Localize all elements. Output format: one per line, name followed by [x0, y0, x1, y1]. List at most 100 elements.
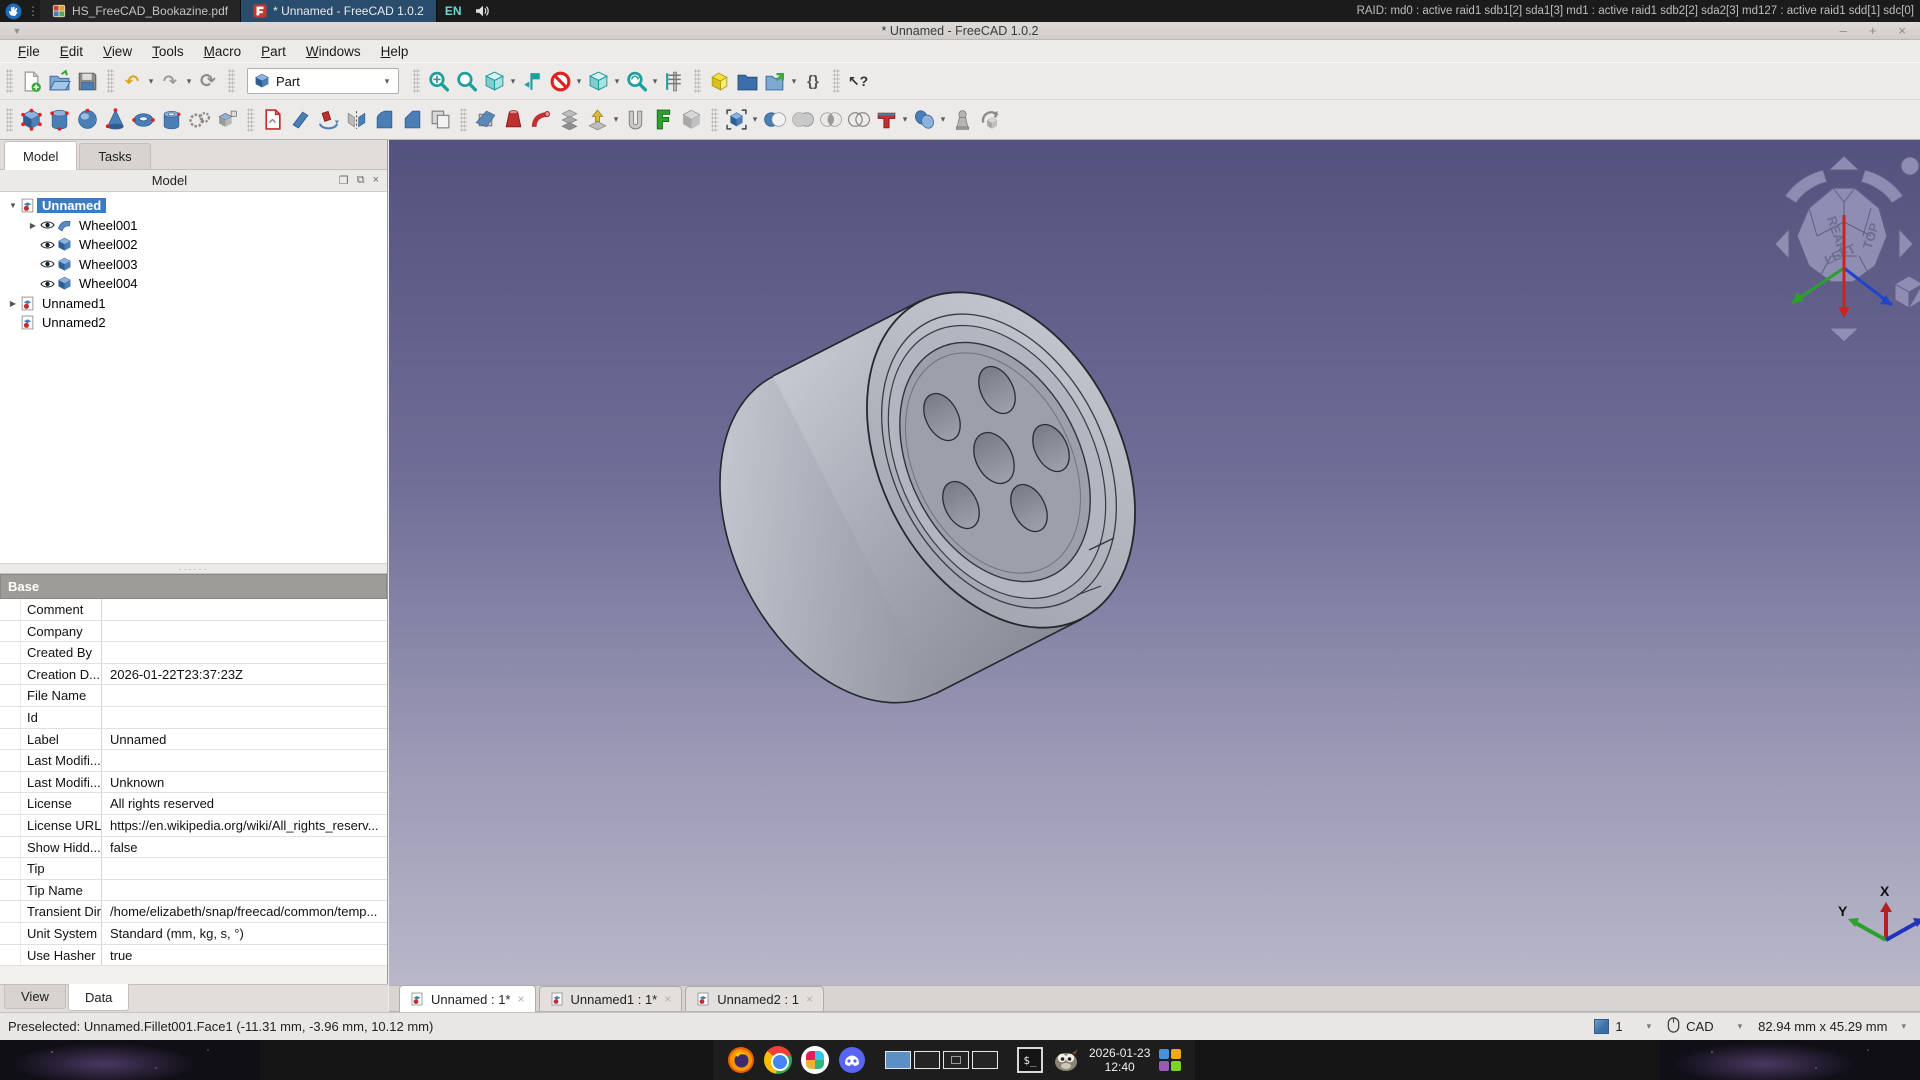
window-tab-pdf[interactable]: HS_FreeCAD_Bookazine.pdf [40, 0, 241, 22]
gimp-launcher[interactable] [1052, 1046, 1080, 1074]
property-value[interactable]: Unknown [102, 772, 387, 793]
keyboard-layout-indicator[interactable]: EN [437, 0, 470, 22]
toolbar-grip[interactable] [833, 69, 840, 93]
terminal-launcher[interactable]: $_ [1017, 1047, 1043, 1073]
toolbar-grip[interactable] [107, 69, 114, 93]
mirror-button[interactable] [342, 106, 370, 134]
isometric-dropdown-arrow[interactable]: ▾ [612, 76, 622, 87]
refresh-button[interactable]: ⟳ [194, 67, 222, 95]
expander-open-icon[interactable]: ▼ [6, 201, 20, 210]
dimension-indicator[interactable]: 82.94 mm x 45.29 mm ▾ [1758, 1019, 1906, 1034]
sync-view-button[interactable] [518, 67, 546, 95]
offset-button[interactable] [583, 106, 611, 134]
tree-row-wheel001[interactable]: ▶ Wheel001 [0, 216, 387, 236]
draw-style-button[interactable] [546, 67, 574, 95]
redo-dropdown-arrow[interactable]: ▾ [184, 76, 194, 87]
slack-launcher[interactable] [801, 1046, 829, 1074]
part-box-button[interactable] [17, 106, 45, 134]
undo-dropdown-arrow[interactable]: ▾ [146, 76, 156, 87]
join-connect-button[interactable] [872, 106, 900, 134]
toolbar-grip[interactable] [460, 108, 467, 132]
tree-row-wheel003[interactable]: Wheel003 [0, 255, 387, 275]
menu-help[interactable]: Help [371, 42, 419, 61]
toolbar-grip[interactable] [6, 108, 13, 132]
tree-row-unnamed1[interactable]: ▶ Unnamed1 [0, 294, 387, 314]
part-sphere-button[interactable] [73, 106, 101, 134]
undo-button[interactable]: ↶ [118, 67, 146, 95]
draw-style-dropdown-arrow[interactable]: ▾ [574, 76, 584, 87]
revolve-button[interactable] [314, 106, 342, 134]
navigation-style-selector[interactable]: CAD ▾ [1667, 1017, 1752, 1036]
chrome-launcher[interactable] [764, 1046, 792, 1074]
part-cone-button[interactable] [101, 106, 129, 134]
convert-solid-button[interactable] [649, 106, 677, 134]
offset-dropdown-arrow[interactable]: ▾ [611, 114, 621, 125]
import-cad-button[interactable] [258, 106, 286, 134]
tab-close-icon[interactable]: × [664, 992, 671, 1006]
expander-closed-icon[interactable]: ▶ [26, 221, 40, 230]
window-tab-freecad[interactable]: * Unnamed - FreeCAD 1.0.2 [241, 0, 437, 22]
zoom-rotate-button[interactable] [622, 67, 650, 95]
active-layer-selector[interactable]: 1 ▾ [1594, 1019, 1661, 1034]
overflow-menu-icon[interactable]: ⋮ [26, 4, 40, 18]
property-value[interactable]: /home/elizabeth/snap/freecad/common/temp… [102, 901, 387, 922]
property-value[interactable] [102, 858, 387, 879]
property-value[interactable] [102, 685, 387, 706]
tree-label-wheel001[interactable]: Wheel001 [74, 218, 143, 233]
loft-button[interactable] [499, 106, 527, 134]
app-menu-button[interactable] [0, 3, 26, 20]
tab-view[interactable]: View [4, 985, 66, 1009]
property-value[interactable] [102, 750, 387, 771]
refine-shape-button[interactable] [976, 106, 1004, 134]
toolbar-grip[interactable] [6, 69, 13, 93]
property-value[interactable]: https://en.wikipedia.org/wiki/All_rights… [102, 815, 387, 836]
open-document-button[interactable] [45, 67, 73, 95]
whats-this-button[interactable]: ↖? [844, 67, 872, 95]
workbench-selector[interactable]: Part ▾ [247, 68, 399, 94]
menu-part[interactable]: Part [251, 42, 296, 61]
measure-button[interactable] [660, 67, 688, 95]
tree-label-unnamed1[interactable]: Unnamed1 [37, 296, 111, 311]
compound-button[interactable] [722, 106, 750, 134]
part-tube-button[interactable] [157, 106, 185, 134]
property-value[interactable] [102, 642, 387, 663]
tab-close-icon[interactable]: × [806, 992, 813, 1006]
compound-dropdown-arrow[interactable]: ▾ [750, 114, 760, 125]
workspace-2[interactable] [914, 1051, 940, 1069]
solid-cube-button[interactable] [677, 106, 705, 134]
property-group-base[interactable]: Base [0, 574, 387, 599]
isometric-view-button[interactable] [584, 67, 612, 95]
menu-tools[interactable]: Tools [142, 42, 194, 61]
tab-data[interactable]: Data [68, 984, 129, 1011]
create-group-button[interactable] [733, 67, 761, 95]
shape-builder-button[interactable] [213, 106, 241, 134]
tree-label-unnamed[interactable]: Unnamed [37, 198, 106, 213]
tree-label-wheel002[interactable]: Wheel002 [74, 237, 143, 252]
clock[interactable]: 2026-01-23 12:40 [1089, 1046, 1150, 1074]
defeaturing-button[interactable] [948, 106, 976, 134]
menu-file[interactable]: File [8, 42, 50, 61]
tab-model[interactable]: Model [4, 141, 77, 170]
tree-label-wheel004[interactable]: Wheel004 [74, 276, 143, 291]
join-dropdown-arrow[interactable]: ▾ [900, 114, 910, 125]
panel-splitter[interactable]: ······ [0, 564, 387, 573]
visibility-eye-icon[interactable] [40, 239, 55, 251]
3d-viewport[interactable]: REAR TOP LEFT [389, 140, 1920, 985]
volume-button[interactable] [470, 0, 496, 22]
link-dropdown-arrow[interactable]: ▾ [789, 76, 799, 87]
panel-float-icon[interactable]: ⧉ [357, 174, 365, 187]
mdi-tab-unnamed2[interactable]: Unnamed2 : 1 × [685, 986, 824, 1011]
zoom-rotate-dropdown-arrow[interactable]: ▾ [650, 76, 660, 87]
toolbar-grip[interactable] [694, 69, 701, 93]
app-grid-launcher[interactable] [1159, 1049, 1181, 1071]
tree-label-unnamed2[interactable]: Unnamed2 [37, 315, 111, 330]
mdi-tab-unnamed1[interactable]: Unnamed1 : 1* × [539, 986, 683, 1011]
menu-windows[interactable]: Windows [296, 42, 371, 61]
save-button[interactable] [73, 67, 101, 95]
property-value[interactable] [102, 599, 387, 620]
tab-tasks[interactable]: Tasks [79, 143, 150, 169]
boolean-cut-button[interactable] [760, 106, 788, 134]
boolean-xor-button[interactable] [844, 106, 872, 134]
boolean-union-button[interactable] [788, 106, 816, 134]
menu-macro[interactable]: Macro [194, 42, 252, 61]
